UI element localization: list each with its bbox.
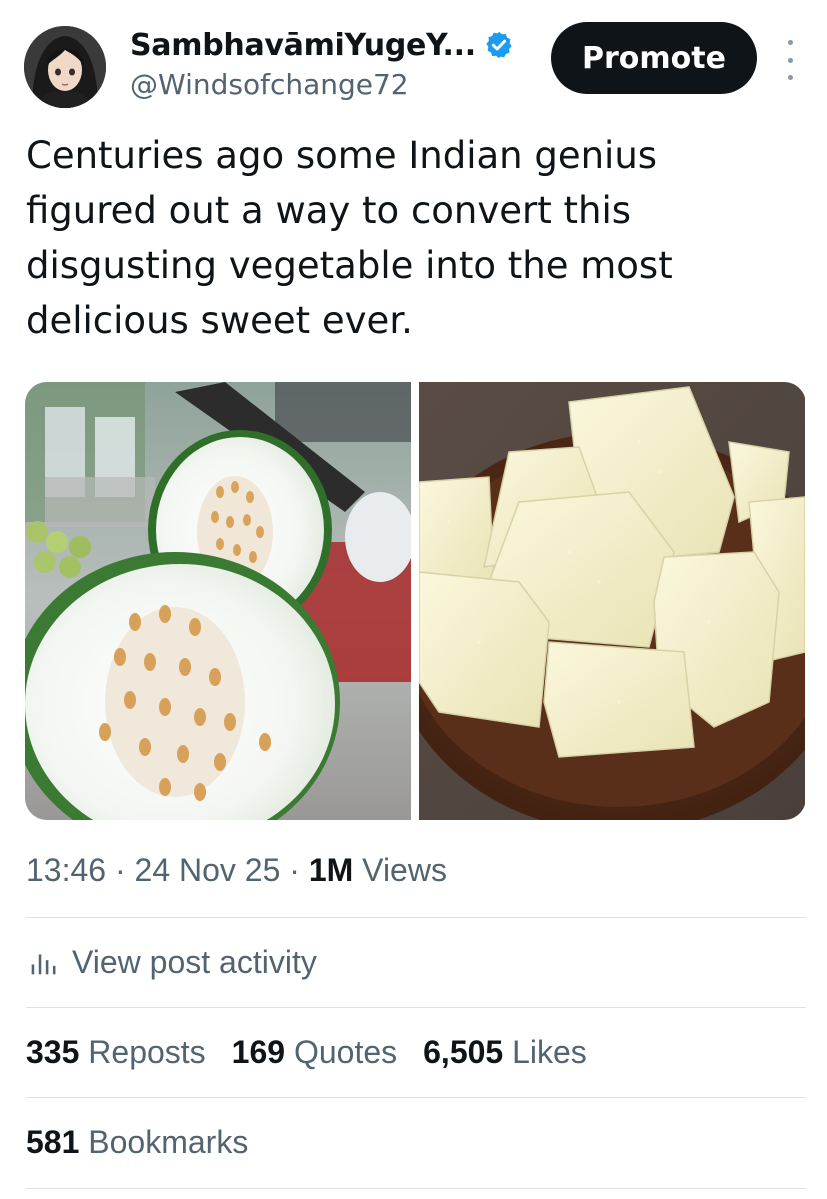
- tweet-header: SambhavāmiYugeY... @Windsofchange72 Prom…: [0, 0, 827, 120]
- quotes-stat[interactable]: 169 Quotes: [232, 1034, 397, 1071]
- quotes-count: 169: [231, 1034, 286, 1070]
- ash-gourd-photo-icon: [25, 382, 411, 820]
- divider: [26, 1188, 806, 1189]
- avatar[interactable]: [24, 26, 106, 108]
- meta-separator: ·: [106, 852, 135, 888]
- engagement-stats: 335 Reposts 169 Quotes 6,505 Likes: [26, 1034, 613, 1071]
- reposts-label: Reposts: [79, 1034, 206, 1070]
- more-options-icon[interactable]: [778, 40, 802, 80]
- media-image-left[interactable]: [25, 382, 411, 820]
- reposts-count: 335: [26, 1034, 80, 1070]
- divider: [26, 917, 806, 918]
- likes-count: 6,505: [423, 1034, 504, 1070]
- divider: [26, 1097, 806, 1098]
- author-handle[interactable]: @Windsofchange72: [130, 68, 514, 101]
- view-post-activity-link[interactable]: View post activity: [26, 944, 317, 981]
- post-date[interactable]: 24 Nov 25: [135, 852, 281, 888]
- bookmarks-stat[interactable]: 581 Bookmarks: [26, 1124, 248, 1161]
- tweet-text: Centuries ago some Indian genius figured…: [26, 134, 673, 342]
- display-name-row[interactable]: SambhavāmiYugeY...: [130, 26, 514, 64]
- anime-girl-avatar-icon: [24, 26, 106, 108]
- verified-badge-icon: [486, 31, 512, 59]
- quotes-label: Quotes: [285, 1034, 398, 1070]
- views-label: Views: [353, 852, 447, 888]
- post-time[interactable]: 13:46: [26, 852, 106, 888]
- reposts-stat[interactable]: 335 Reposts: [26, 1034, 206, 1071]
- likes-label: Likes: [503, 1034, 587, 1070]
- activity-label: View post activity: [72, 944, 317, 980]
- media-image-right[interactable]: [419, 382, 805, 820]
- post-meta: 13:46 · 24 Nov 25 · 1M Views: [26, 852, 447, 889]
- analytics-icon: [31, 954, 56, 974]
- petha-sweet-photo-icon: [419, 382, 805, 820]
- promote-button[interactable]: Promote: [551, 22, 757, 94]
- divider: [26, 1007, 806, 1008]
- likes-stat[interactable]: 6,505 Likes: [423, 1034, 587, 1071]
- media-grid: [25, 382, 806, 820]
- views-count: 1M: [308, 852, 354, 888]
- meta-separator: ·: [280, 852, 309, 888]
- bookmarks-count: 581: [26, 1124, 80, 1160]
- author-names: SambhavāmiYugeY... @Windsofchange72: [130, 26, 514, 101]
- display-name[interactable]: SambhavāmiYugeY...: [130, 28, 476, 63]
- bookmarks-label: Bookmarks: [79, 1124, 249, 1160]
